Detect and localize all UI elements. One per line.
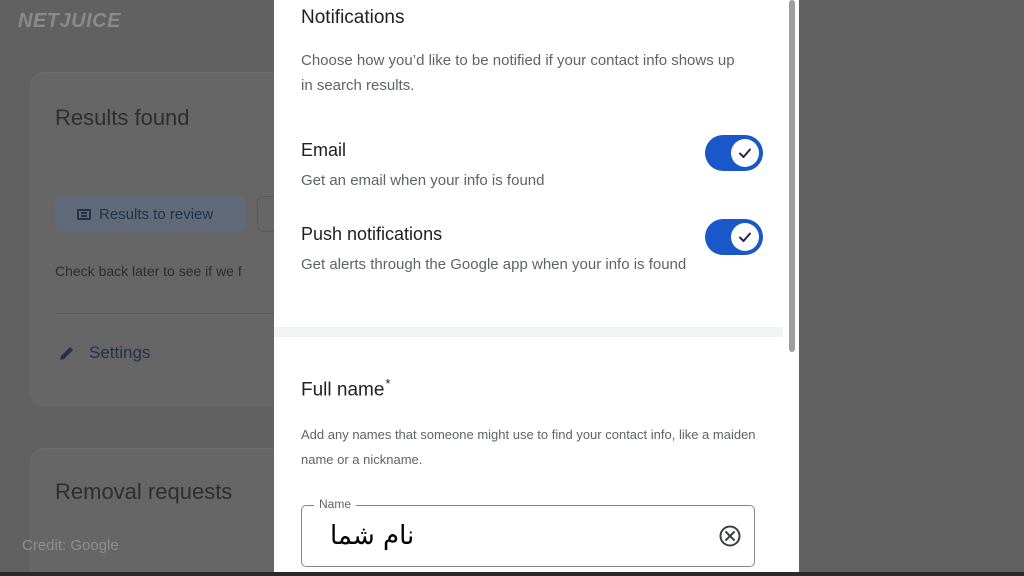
credit-watermark: Credit: Google — [22, 537, 119, 554]
section-separator — [274, 327, 783, 337]
list-icon — [77, 208, 91, 220]
results-to-review-chip[interactable]: Results to review — [55, 196, 245, 232]
results-chip-label: Results to review — [99, 205, 214, 223]
bottom-strip — [0, 572, 1024, 576]
required-mark: * — [385, 376, 391, 391]
name-input[interactable] — [328, 516, 712, 556]
email-description: Get an email when your info is found — [301, 172, 545, 189]
removal-title: Removal requests — [55, 479, 233, 504]
notifications-description: Choose how you’d like to be notified if … — [301, 52, 735, 94]
push-notifications-label: Push notifications — [301, 224, 443, 244]
email-label: Email — [301, 140, 347, 160]
push-notifications-toggle[interactable] — [705, 219, 763, 255]
clear-circle-icon[interactable] — [718, 524, 742, 548]
settings-link[interactable]: Settings — [57, 343, 150, 363]
push-notifications-description: Get alerts through the Google app when y… — [301, 256, 687, 273]
full-name-title: Full name* — [301, 376, 390, 401]
pencil-icon — [60, 347, 73, 360]
check-icon — [739, 232, 751, 242]
toggle-knob — [731, 223, 759, 251]
name-field: Name — [301, 497, 755, 567]
settings-label: Settings — [89, 343, 151, 362]
name-field-label: Name — [314, 497, 357, 511]
results-title: Results found — [55, 105, 190, 130]
dialog-scrollbar[interactable] — [789, 0, 795, 352]
brand-watermark: NETJUICE — [18, 10, 121, 32]
toggle-knob — [731, 139, 759, 167]
notifications-title: Notifications — [301, 7, 405, 28]
full-name-description: Add any names that someone might use to … — [301, 427, 756, 467]
check-icon — [739, 148, 751, 158]
notification-settings-dialog: Notifications Choose how you’d like to b… — [274, 0, 799, 576]
full-name-title-text: Full name — [301, 379, 385, 401]
results-status-text: Check back later to see if we f — [55, 263, 242, 279]
email-toggle[interactable] — [705, 135, 763, 171]
